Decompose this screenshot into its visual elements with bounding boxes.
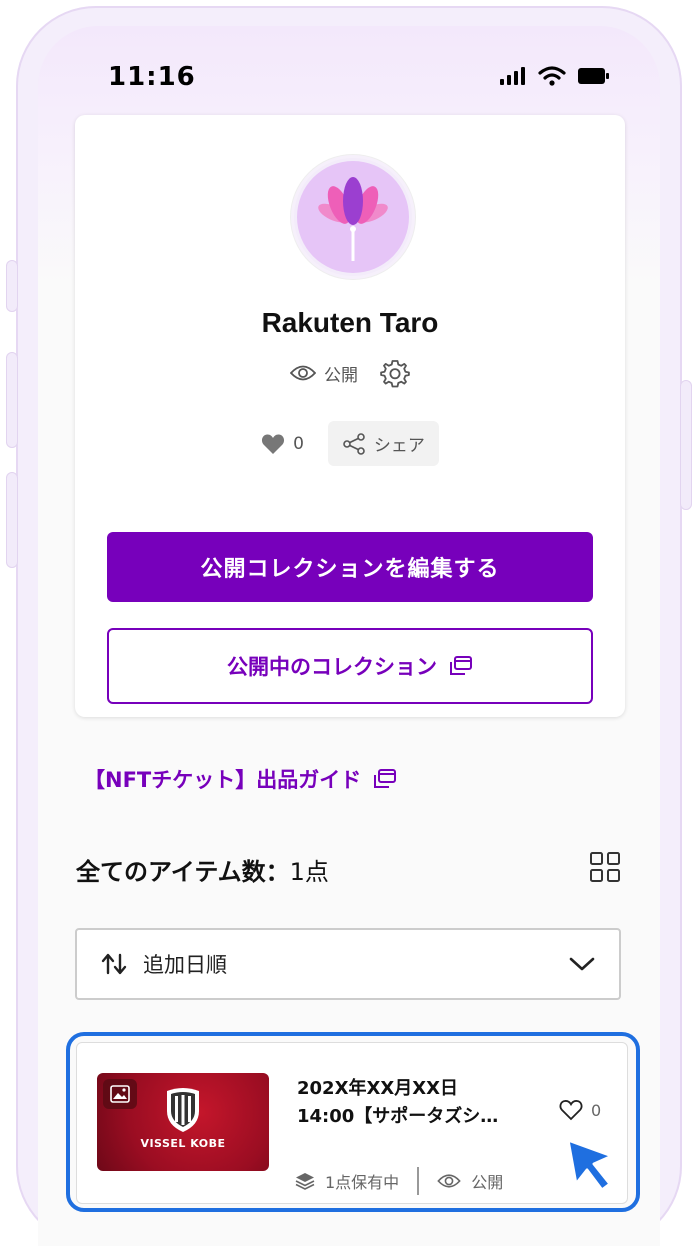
owned-count: 1点保有中 xyxy=(325,1173,400,1192)
items-heading-label: 全てのアイテム数： xyxy=(76,858,290,886)
status-icons xyxy=(500,66,610,86)
visibility-status: 公開 xyxy=(75,358,625,388)
sort-icon xyxy=(101,953,127,975)
gear-icon[interactable] xyxy=(380,358,410,388)
item-like-count: 0 xyxy=(591,1100,602,1120)
eye-icon xyxy=(290,365,316,381)
meta-divider xyxy=(417,1167,420,1195)
phone-side-button xyxy=(6,352,18,448)
item-title-line1: 202X年XX月XX日 xyxy=(297,1078,458,1099)
like-count: 0 xyxy=(293,433,304,454)
item-thumbnail[interactable]: VISSEL KOBE xyxy=(97,1073,269,1171)
grid-view-icon[interactable] xyxy=(590,852,620,882)
phone-side-button xyxy=(6,472,18,568)
item-visibility: 公開 xyxy=(471,1173,504,1192)
phone-screen: 11:16 Rakuten Taro 公開 0 シェア 公開コレクションを編集す… xyxy=(38,26,660,1246)
status-bar: 11:16 xyxy=(38,26,660,116)
layers-icon xyxy=(295,1173,315,1190)
sort-value: 追加日順 xyxy=(143,953,227,977)
avatar[interactable] xyxy=(291,155,415,279)
battery-icon xyxy=(578,68,609,84)
eye-icon xyxy=(437,1174,461,1188)
status-time: 11:16 xyxy=(108,62,196,92)
share-icon xyxy=(343,432,365,455)
heart-icon xyxy=(262,433,285,454)
public-collection-label: 公開中のコレクション xyxy=(227,655,437,679)
item-meta: 1点保有中 公開 xyxy=(295,1167,503,1195)
lotus-icon xyxy=(297,161,409,273)
visibility-label: 公開 xyxy=(324,365,358,386)
item-card[interactable]: VISSEL KOBE 202X年XX月XX日 14:00【サポータズシ… 0 … xyxy=(76,1042,628,1204)
item-like-button[interactable]: 0 xyxy=(559,1099,601,1121)
chevron-down-icon xyxy=(569,957,595,971)
club-crest-icon xyxy=(167,1088,199,1132)
profile-name: Rakuten Taro xyxy=(261,307,439,338)
profile-card: Rakuten Taro 公開 0 シェア 公開コレクションを編集する 公開中の… xyxy=(75,115,625,717)
share-label: シェア xyxy=(373,436,425,456)
external-link-icon xyxy=(374,769,397,788)
phone-side-button xyxy=(6,260,18,312)
item-title: 202X年XX月XX日 14:00【サポータズシ… xyxy=(297,1075,527,1131)
sort-dropdown[interactable]: 追加日順 xyxy=(75,928,621,1000)
items-count-heading: 全てのアイテム数：1点 xyxy=(76,852,329,887)
edit-collection-button[interactable]: 公開コレクションを編集する xyxy=(107,532,593,602)
mouse-cursor-icon xyxy=(566,1138,614,1192)
profile-actions: 0 シェア xyxy=(75,421,625,466)
item-title-line2: 14:00【サポータズシ… xyxy=(297,1106,499,1127)
wifi-icon xyxy=(538,66,566,86)
listing-guide-label: 【NFTチケット】出品ガイド xyxy=(84,768,362,792)
thumbnail-club-name: VISSEL KOBE xyxy=(140,1137,226,1150)
share-button[interactable]: シェア xyxy=(327,421,439,466)
items-count: 1点 xyxy=(289,858,329,886)
image-icon xyxy=(103,1079,137,1109)
phone-side-button xyxy=(680,380,692,510)
heart-outline-icon xyxy=(559,1100,583,1121)
external-link-icon xyxy=(450,656,472,675)
public-collection-button[interactable]: 公開中のコレクション xyxy=(107,628,593,704)
signal-icon xyxy=(500,67,525,85)
like-counter[interactable]: 0 xyxy=(261,433,304,455)
listing-guide-link[interactable]: 【NFTチケット】出品ガイド xyxy=(84,764,397,794)
